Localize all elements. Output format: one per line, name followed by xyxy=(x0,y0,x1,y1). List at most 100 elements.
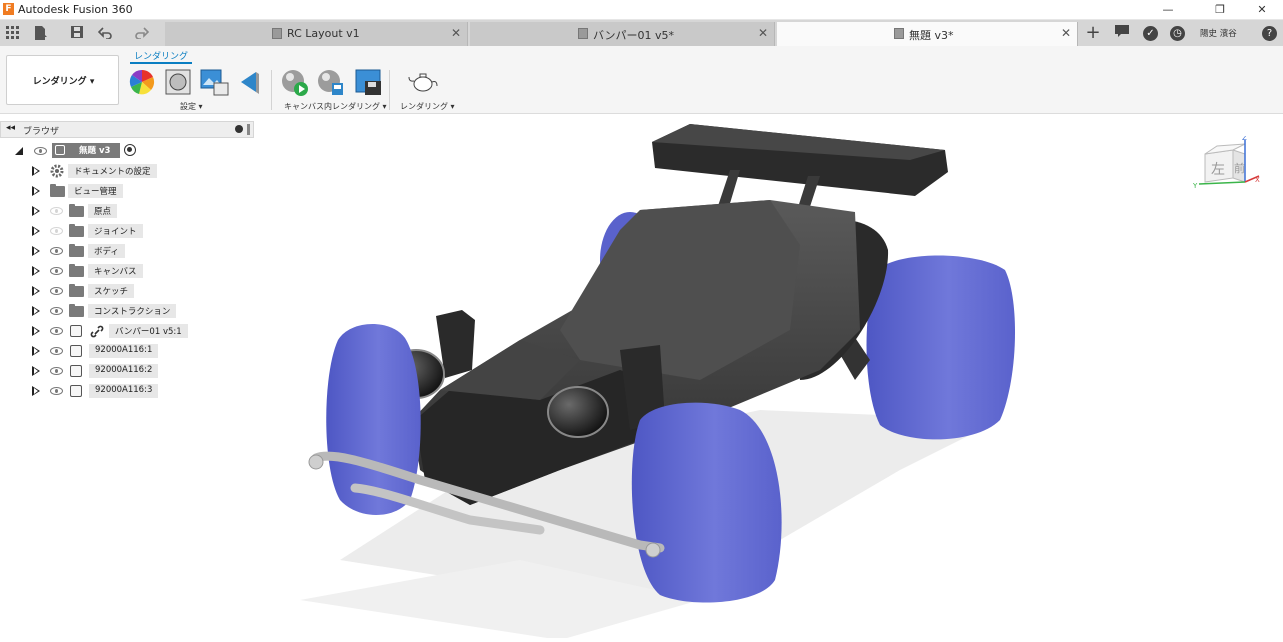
user-name[interactable]: 陽史 濱谷 xyxy=(1200,27,1237,39)
y-axis-label: Y xyxy=(1193,182,1198,190)
new-tab-plus-icon[interactable]: + xyxy=(1084,24,1102,42)
title-bar: F Autodesk Fusion 360 — ❐ ✕ xyxy=(0,0,1283,20)
appearance-icon[interactable] xyxy=(129,69,155,95)
tree-item[interactable]: キャンバス xyxy=(0,261,254,281)
tree-item[interactable]: 92000A116:1 xyxy=(0,341,254,361)
tree-item-label: バンパー01 v5:1 xyxy=(109,324,188,338)
tree-item[interactable]: ボディ xyxy=(0,241,254,261)
rear-right-wheel xyxy=(866,255,1016,440)
tab-rc-layout[interactable]: RC Layout v1 ✕ xyxy=(165,22,468,46)
app-logo: F xyxy=(3,3,14,15)
component-icon xyxy=(70,365,82,377)
data-panel-grid-icon[interactable] xyxy=(4,25,20,41)
clock-icon[interactable]: ◷ xyxy=(1170,26,1185,41)
tree-item[interactable]: ドキュメントの設定 xyxy=(0,161,254,181)
hidden-eye-icon[interactable] xyxy=(50,227,63,235)
tree-item-label: ドキュメントの設定 xyxy=(68,164,157,178)
capture-image-icon[interactable] xyxy=(355,69,381,95)
group-label-setup[interactable]: 設定 xyxy=(180,102,196,111)
physical-material-icon[interactable] xyxy=(165,69,191,95)
tree-item[interactable]: ビュー管理 xyxy=(0,181,254,201)
expanded-triangle-icon[interactable] xyxy=(14,146,24,156)
folder-icon xyxy=(69,204,84,217)
gear-icon xyxy=(50,164,64,178)
collapse-panel-icon[interactable]: ◂◂ xyxy=(6,123,15,133)
component-icon xyxy=(578,28,588,39)
workspace-selector[interactable]: レンダリング ▾ xyxy=(6,55,119,105)
ribbon-tab-render[interactable]: レンダリング xyxy=(130,49,192,62)
tab-bumper[interactable]: バンパー01 v5* ✕ xyxy=(470,22,775,46)
tree-item[interactable]: コンストラクション xyxy=(0,301,254,321)
visibility-eye-icon[interactable] xyxy=(50,247,63,255)
visibility-eye-icon[interactable] xyxy=(50,367,63,375)
visibility-eye-icon[interactable] xyxy=(50,307,63,315)
tree-item-label: 92000A116:3 xyxy=(89,384,159,398)
visibility-eye-icon[interactable] xyxy=(50,267,63,275)
visibility-eye-icon[interactable] xyxy=(34,147,47,155)
help-icon[interactable]: ? xyxy=(1262,26,1277,41)
component-icon xyxy=(70,345,82,357)
close-window-button[interactable]: ✕ xyxy=(1239,0,1283,20)
scene-settings-icon[interactable] xyxy=(200,69,229,96)
group-label-render[interactable]: レンダリング xyxy=(400,102,448,111)
component-icon xyxy=(894,28,904,39)
app-title: Autodesk Fusion 360 xyxy=(18,3,133,16)
close-icon[interactable]: ✕ xyxy=(758,26,768,40)
hidden-eye-icon[interactable] xyxy=(50,207,63,215)
tree-item-label: 92000A116:2 xyxy=(89,364,159,378)
tree-item-label: ジョイント xyxy=(88,224,143,238)
render-teapot-icon[interactable] xyxy=(408,69,438,95)
tree-item[interactable]: 原点 xyxy=(0,201,254,221)
tree-item-label: コンストラクション xyxy=(88,304,177,318)
view-cube[interactable]: 左 前 Z X Y xyxy=(1192,134,1263,196)
tab-untitled[interactable]: 無題 v3* ✕ xyxy=(777,22,1078,46)
tree-item[interactable]: 92000A116:3 xyxy=(0,381,254,401)
tree-item[interactable]: 92000A116:2 xyxy=(0,361,254,381)
tree-item[interactable]: ジョイント xyxy=(0,221,254,241)
chevron-down-icon: ▾ xyxy=(89,77,95,87)
restore-button[interactable]: ❐ xyxy=(1197,0,1243,20)
pin-handle-icon[interactable] xyxy=(247,124,250,135)
job-status-icon[interactable] xyxy=(1113,24,1131,42)
activate-radio-icon[interactable] xyxy=(124,144,136,156)
tree-item-label: 92000A116:1 xyxy=(89,344,159,358)
browser-options-icon[interactable] xyxy=(235,125,243,133)
front-left-wheel xyxy=(326,323,421,515)
minimize-button[interactable]: — xyxy=(1145,0,1191,20)
browser-panel: ◂◂ ブラウザ 無題 v3 ドキュメントの設定 ビュー管理 原点 ジョイント ボ… xyxy=(0,118,254,408)
visibility-eye-icon[interactable] xyxy=(50,387,63,395)
in-canvas-render-icon[interactable] xyxy=(281,69,308,96)
tree-item[interactable]: バンパー01 v5:1 xyxy=(0,321,254,341)
browser-header[interactable]: ◂◂ ブラウザ xyxy=(0,121,254,138)
undo-icon[interactable] xyxy=(97,25,114,41)
tree-item-label: 原点 xyxy=(88,204,118,218)
in-canvas-render-settings-icon[interactable] xyxy=(317,69,343,95)
chevron-down-icon: ▾ xyxy=(198,102,203,111)
file-menu-icon[interactable] xyxy=(32,25,48,41)
chevron-down-icon: ▾ xyxy=(382,102,387,111)
root-label: 無題 v3 xyxy=(79,146,111,156)
browser-title: ブラウザ xyxy=(23,127,60,137)
view-cube-left-face[interactable]: 左 xyxy=(1211,162,1225,178)
extensions-icon[interactable]: ✓ xyxy=(1143,26,1158,41)
tree-item[interactable]: スケッチ xyxy=(0,281,254,301)
visibility-eye-icon[interactable] xyxy=(50,327,63,335)
tree-root[interactable]: 無題 v3 xyxy=(0,141,254,161)
component-icon xyxy=(55,145,65,155)
folder-icon xyxy=(69,304,84,317)
close-icon[interactable]: ✕ xyxy=(1061,26,1071,40)
rc-car-model[interactable] xyxy=(254,114,1283,640)
view-cube-front-face[interactable]: 前 xyxy=(1234,161,1245,175)
visibility-eye-icon[interactable] xyxy=(50,287,63,295)
visibility-eye-icon[interactable] xyxy=(50,347,63,355)
folder-icon xyxy=(69,244,84,257)
texture-map-icon[interactable] xyxy=(238,69,264,95)
save-icon[interactable] xyxy=(69,25,85,41)
canvas-viewport[interactable]: 左 前 Z X Y xyxy=(254,114,1283,640)
redo-icon[interactable] xyxy=(133,25,150,41)
group-label-in-canvas-render[interactable]: キャンバス内レンダリング xyxy=(284,102,380,111)
close-icon[interactable]: ✕ xyxy=(451,26,461,40)
tab-label: 無題 v3* xyxy=(909,29,954,42)
chevron-down-icon: ▾ xyxy=(450,102,455,111)
document-tab-bar: RC Layout v1 ✕ バンパー01 v5* ✕ 無題 v3* ✕ + ✓… xyxy=(0,20,1283,46)
